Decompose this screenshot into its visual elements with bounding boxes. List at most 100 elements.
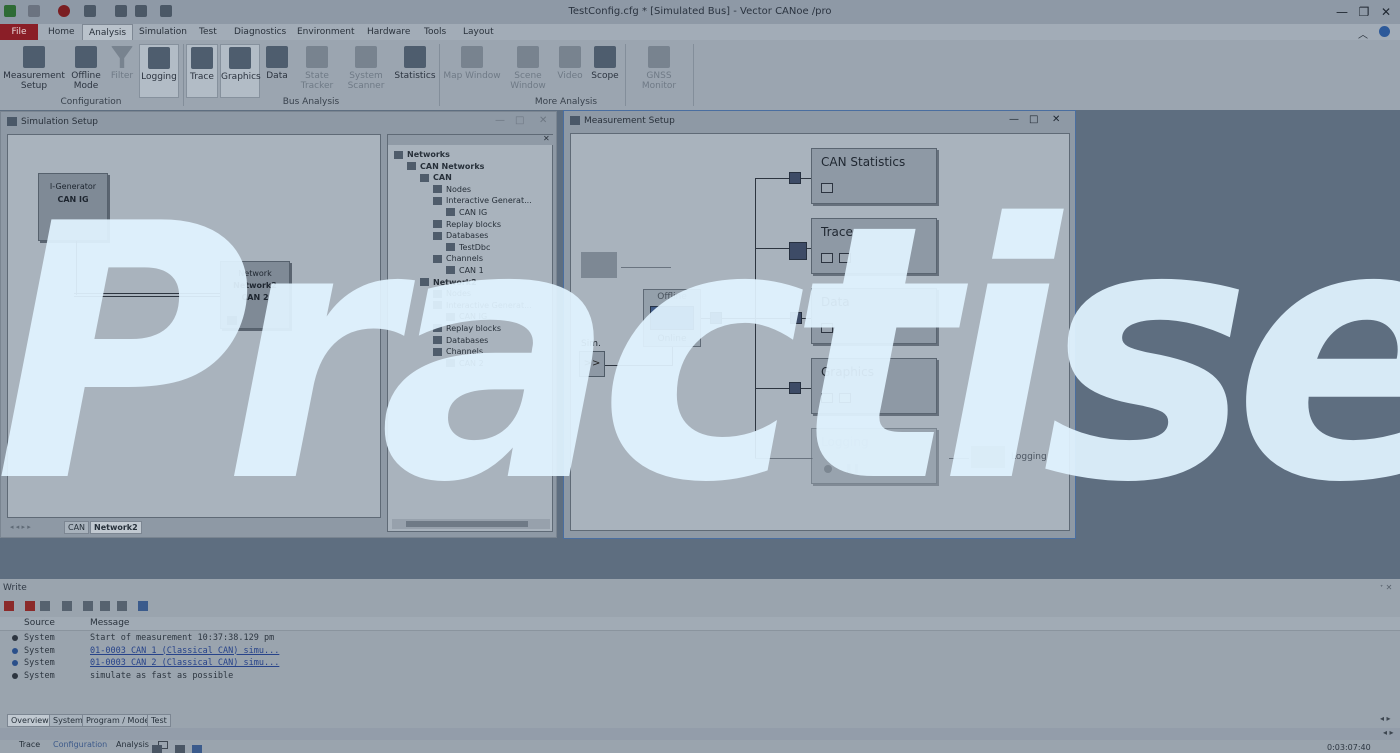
menu-analysis[interactable]: Analysis <box>82 24 134 40</box>
menu-file[interactable]: File <box>0 24 38 40</box>
can-statistics-block[interactable]: CAN Statistics <box>811 148 937 204</box>
menu-hardware[interactable]: Hardware <box>361 24 416 40</box>
help-icon[interactable] <box>1379 26 1390 37</box>
horizontal-scrollbar[interactable] <box>392 519 550 529</box>
tree-item[interactable]: Databases <box>394 335 552 347</box>
close-icon[interactable]: ✕ <box>1378 4 1394 20</box>
scroll-icon[interactable]: ◂ ▸ <box>1383 728 1394 737</box>
switch-toggle[interactable] <box>650 306 694 330</box>
state-tracker-button[interactable]: State Tracker <box>296 44 338 98</box>
close-icon[interactable]: ✕ <box>539 115 547 126</box>
scrollbar-thumb[interactable] <box>406 521 528 527</box>
tree-item[interactable]: TestDbc <box>394 242 552 254</box>
trace-block[interactable]: Trace <box>811 218 937 274</box>
tab-overview[interactable]: Overview <box>7 714 53 727</box>
clear-window-icon[interactable] <box>40 601 50 611</box>
filter-button[interactable]: Filter <box>107 44 137 98</box>
trace-button[interactable]: Trace <box>186 44 218 98</box>
close-icon[interactable]: ✕ <box>543 134 550 143</box>
scope-button[interactable]: Scope <box>589 44 621 98</box>
minimize-icon[interactable]: — <box>1334 4 1350 20</box>
tree-item[interactable]: Networks <box>394 149 552 161</box>
tab-can[interactable]: CAN <box>64 521 90 534</box>
tree-item[interactable]: Network2 <box>394 277 552 289</box>
tree-item[interactable]: Channels <box>394 346 552 358</box>
tab-analysis[interactable]: Analysis <box>116 740 149 749</box>
minimize-icon[interactable]: — <box>1009 114 1019 125</box>
scroll-strip[interactable]: ◂ ▸ <box>0 728 1400 740</box>
tree-item[interactable]: Replay blocks <box>394 219 552 231</box>
tab-network2[interactable]: Network2 <box>90 521 142 534</box>
tab-test[interactable]: Test <box>147 714 171 727</box>
tab-program-model[interactable]: Program / Model <box>82 714 156 727</box>
restore-icon[interactable]: ❐ <box>1356 4 1372 20</box>
map-window-button[interactable]: Map Window <box>443 44 501 98</box>
table-row[interactable]: System Start of measurement 10:37:38.129 … <box>0 632 1400 645</box>
ig-generator-block[interactable]: I-Generator CAN IG <box>38 173 108 241</box>
tree-item[interactable]: CAN IG <box>394 207 552 219</box>
measurement-setup-button[interactable]: Measurement Setup <box>3 44 65 98</box>
node-square[interactable] <box>789 382 801 394</box>
tree-item[interactable]: CAN IG <box>394 311 552 323</box>
node-square[interactable] <box>789 242 807 260</box>
gnss-monitor-button[interactable]: GNSS Monitor <box>628 44 690 98</box>
tree-item[interactable]: CAN 1 <box>394 265 552 277</box>
data-block[interactable]: Data <box>811 288 937 344</box>
minimize-icon[interactable]: — <box>495 115 505 126</box>
pin-icon[interactable]: ᐩ ✕ <box>1380 583 1392 592</box>
tree-item[interactable]: Replay blocks <box>394 323 552 335</box>
tree-item[interactable]: Nodes <box>394 288 552 300</box>
menu-diagnostics[interactable]: Diagnostics <box>228 24 292 40</box>
tree-item[interactable]: CAN Networks <box>394 161 552 173</box>
export-icon[interactable] <box>117 601 127 611</box>
config-icon[interactable] <box>138 601 148 611</box>
menu-test[interactable]: Test <box>193 24 223 40</box>
system-scanner-button[interactable]: System Scanner <box>342 44 390 98</box>
data-button[interactable]: Data <box>262 44 292 98</box>
video-button[interactable]: Video <box>554 44 586 98</box>
tab-scroll-icon[interactable]: ◂ ◂ ▸ ▸ <box>10 523 31 531</box>
logging-button[interactable]: Logging <box>139 44 179 98</box>
clear-icon[interactable] <box>25 601 35 611</box>
maximize-icon[interactable]: □ <box>515 115 524 126</box>
maximize-icon[interactable]: □ <box>1029 114 1038 125</box>
sim-source-block[interactable]: >> <box>579 351 605 377</box>
menu-simulation[interactable]: Simulation <box>133 24 193 40</box>
tab-trace[interactable]: Trace <box>19 740 40 749</box>
tree-item[interactable]: Interactive Generat... <box>394 195 552 207</box>
graphics-block[interactable]: Graphics <box>811 358 937 414</box>
column-message[interactable]: Message <box>90 618 129 628</box>
graphics-button[interactable]: Graphics <box>220 44 261 98</box>
menu-home[interactable]: Home <box>42 24 81 40</box>
tab-configuration[interactable]: Configuration <box>53 740 107 749</box>
network-block[interactable]: Network Network2 CAN 2 <box>220 261 290 329</box>
offline-mode-button[interactable]: Offline Mode <box>67 44 105 98</box>
copy-icon[interactable] <box>100 601 110 611</box>
filter-icon[interactable] <box>62 601 72 611</box>
node-square[interactable] <box>789 172 801 184</box>
measurement-canvas[interactable]: Offline Online Sim. >> CAN Statistics Tr… <box>570 133 1070 531</box>
tree-item[interactable]: Databases <box>394 230 552 242</box>
tree-item[interactable]: CAN 2 <box>394 358 552 370</box>
statistics-button[interactable]: Statistics <box>394 44 436 98</box>
table-row[interactable]: System simulate as fast as possible <box>0 670 1400 683</box>
table-row[interactable]: System 01-0003 CAN 2 (Classical CAN) simu… <box>0 657 1400 670</box>
tree-item[interactable]: Nodes <box>394 184 552 196</box>
tree-item[interactable]: Channels <box>394 253 552 265</box>
simulation-canvas[interactable]: I-Generator CAN IG Network Network2 CAN … <box>7 134 381 534</box>
tree-item[interactable]: Interactive Generat... <box>394 300 552 312</box>
close-icon[interactable]: ✕ <box>1052 114 1060 125</box>
collapse-ribbon-icon[interactable]: ︿ <box>1358 26 1368 41</box>
tree-item[interactable]: CAN <box>394 172 552 184</box>
pause-icon[interactable] <box>4 601 14 611</box>
online-offline-switch[interactable]: Offline Online <box>643 289 701 347</box>
folder-icon[interactable] <box>581 252 617 278</box>
scene-window-button[interactable]: Scene Window <box>506 44 550 98</box>
table-row[interactable]: System 01-0003 CAN 1 (Classical CAN) simu… <box>0 645 1400 658</box>
menu-tools[interactable]: Tools <box>418 24 452 40</box>
find-icon[interactable] <box>83 601 93 611</box>
logging-block[interactable]: Logging ❚❚ <box>811 428 937 484</box>
menu-layout[interactable]: Layout <box>457 24 500 40</box>
node-square[interactable] <box>790 312 802 324</box>
tab-scroll-icon[interactable]: ◂ ▸ <box>1380 714 1391 723</box>
